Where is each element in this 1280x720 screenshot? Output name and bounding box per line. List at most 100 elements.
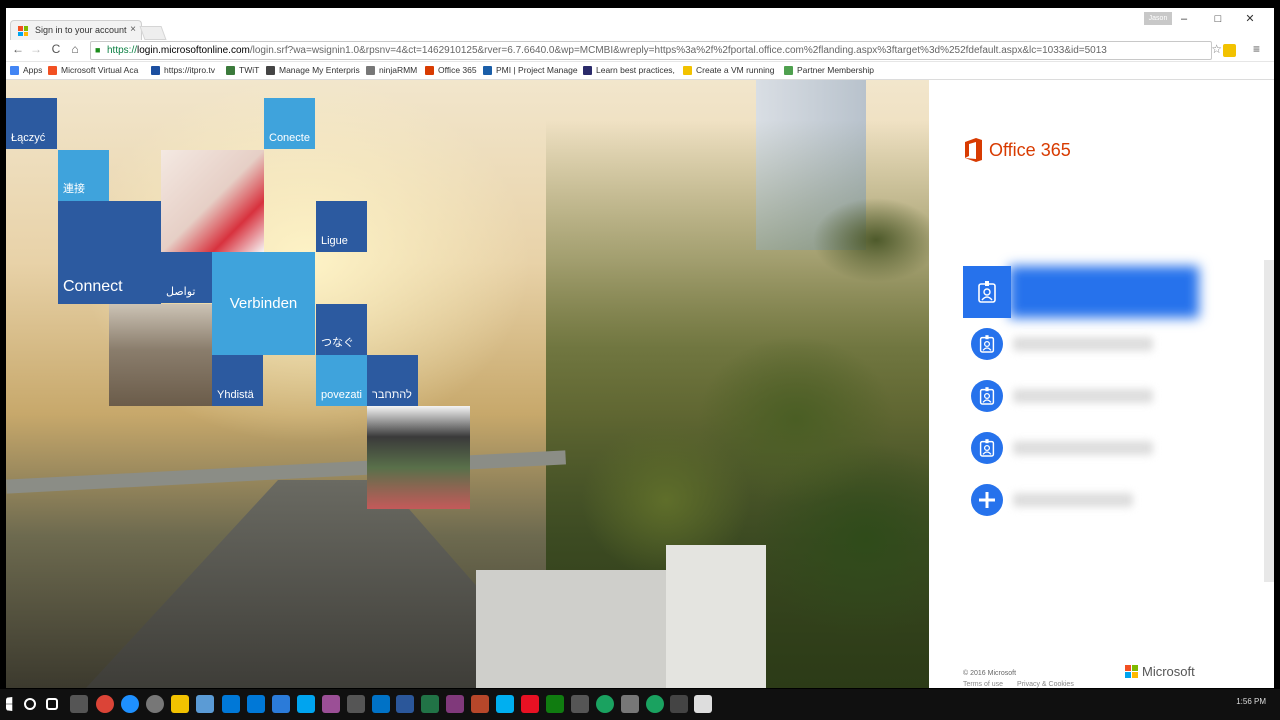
- office-icon: [425, 65, 434, 75]
- footer-links: Terms of use Privacy & Cookies: [963, 681, 1074, 688]
- microsoft-wordmark: Microsoft: [1142, 664, 1195, 679]
- account-badge-icon: [978, 281, 996, 303]
- address-bar[interactable]: ■ https://login.microsoftonline.com/logi…: [90, 41, 1212, 60]
- settings-icon[interactable]: [146, 695, 164, 713]
- terms-link[interactable]: Terms of use: [963, 681, 1003, 688]
- url-path: /login.srf?wa=wsignin1.0&rpsnv=4&ct=1462…: [249, 45, 1107, 56]
- home-icon[interactable]: ⌂: [67, 42, 83, 56]
- bookmark-pmi[interactable]: PMI | Project Manage: [483, 65, 578, 75]
- account-name-blurred[interactable]: [1013, 389, 1153, 403]
- bookmark-learn[interactable]: Learn best practices,: [583, 65, 675, 75]
- file-explorer-icon[interactable]: [171, 695, 189, 713]
- chrome-icon[interactable]: [96, 695, 114, 713]
- bookmark-office365[interactable]: Office 365: [425, 65, 477, 75]
- bookmark-mva[interactable]: Microsoft Virtual Aca: [48, 65, 138, 75]
- product-name: Office 365: [989, 139, 1071, 160]
- profile-chip[interactable]: Jason: [1144, 12, 1172, 25]
- app-icon-14[interactable]: [646, 695, 664, 713]
- chrome-window: Sign in to your account × Jason – □ ✕ ← …: [6, 8, 1274, 688]
- tab-close-icon[interactable]: ×: [130, 24, 136, 35]
- minimize-button[interactable]: –: [1170, 10, 1198, 28]
- app-icon-7[interactable]: [322, 695, 340, 713]
- app-icon-15[interactable]: [694, 695, 712, 713]
- tile-lianjie: 連接: [58, 150, 109, 201]
- lock-icon: ■: [95, 45, 101, 55]
- maximize-button[interactable]: □: [1204, 10, 1232, 28]
- bookmark-partner[interactable]: Partner Membership: [784, 65, 874, 75]
- bookmark-star-icon[interactable]: ☆: [1211, 42, 1222, 56]
- app-icon-4[interactable]: [247, 695, 265, 713]
- taskbar-clock[interactable]: 1:56 PM: [1236, 697, 1266, 706]
- search-icon[interactable]: [24, 698, 36, 710]
- onenote-icon[interactable]: [446, 695, 464, 713]
- microsoft-logo: Microsoft: [1125, 664, 1195, 679]
- add-account-button[interactable]: [971, 484, 1003, 516]
- app-icon-11[interactable]: [571, 695, 589, 713]
- bookmark-twit[interactable]: TWiT: [226, 65, 259, 75]
- account-tile-4[interactable]: [971, 432, 1003, 464]
- tile-laczyc: Łączyć: [6, 98, 57, 149]
- chrome-menu-icon[interactable]: ≡: [1253, 42, 1260, 56]
- account-badge-icon: [979, 439, 995, 457]
- partner-icon: [784, 65, 793, 75]
- task-view-icon[interactable]: [46, 698, 58, 710]
- powerpoint-icon[interactable]: [471, 695, 489, 713]
- bookmark-create-vm[interactable]: Create a VM running: [683, 65, 774, 75]
- app-icon-6[interactable]: [297, 695, 315, 713]
- app-icon-3[interactable]: [222, 695, 240, 713]
- tile-connect: Connect: [58, 201, 161, 304]
- desktop: Sign in to your account × Jason – □ ✕ ← …: [0, 0, 1280, 720]
- account-name-blurred[interactable]: [1009, 266, 1199, 318]
- plus-icon: [979, 492, 995, 508]
- extension-icon[interactable]: [1223, 44, 1236, 57]
- edge-icon[interactable]: [121, 695, 139, 713]
- bookmark-apps[interactable]: Apps: [10, 65, 42, 75]
- microsoft-logo-icon: [1125, 665, 1138, 678]
- tile-hebrew: להתחבר: [367, 355, 418, 406]
- page-content: Łączyć Conecte 連接 Ligue Connect تواصل Ve…: [6, 80, 1274, 688]
- windows-taskbar: 1:56 PM: [0, 689, 1280, 720]
- scrollbar[interactable]: [1264, 260, 1274, 582]
- app-icon-2[interactable]: [196, 695, 214, 713]
- app-icon-13[interactable]: [621, 695, 639, 713]
- excel-icon[interactable]: [421, 695, 439, 713]
- bookmark-ninjarmm[interactable]: ninjaRMM: [366, 65, 417, 75]
- account-name-blurred[interactable]: [1013, 337, 1153, 351]
- forward-icon[interactable]: →: [28, 42, 44, 56]
- app-icon-10[interactable]: [546, 695, 564, 713]
- add-account-label-blurred[interactable]: [1013, 493, 1133, 507]
- back-icon[interactable]: ←: [10, 42, 26, 56]
- title-bar: Sign in to your account × Jason – □ ✕: [6, 8, 1274, 40]
- copyright: © 2016 Microsoft: [963, 670, 1017, 677]
- account-tile-3[interactable]: [971, 380, 1003, 412]
- outlook-icon[interactable]: [372, 695, 390, 713]
- tab-sign-in[interactable]: Sign in to your account ×: [10, 20, 142, 40]
- office-logo-icon: [963, 138, 983, 162]
- wall-image: [476, 570, 676, 688]
- account-badge-icon: [979, 387, 995, 405]
- app-icon[interactable]: [70, 695, 88, 713]
- reload-icon[interactable]: C: [48, 42, 64, 56]
- bookmarks-bar: Apps Microsoft Virtual Aca https://itpro…: [6, 62, 1274, 80]
- word-icon[interactable]: [396, 695, 414, 713]
- sign-in-panel: Office 365 © 2016 Microsoft Terms of use…: [929, 80, 1274, 688]
- photo-woman-tablet: [161, 150, 264, 252]
- photo-people-laptop: [367, 406, 470, 509]
- skype-icon[interactable]: [496, 695, 514, 713]
- bookmark-enterprise[interactable]: Manage My Enterpris: [266, 65, 360, 75]
- account-tile-2[interactable]: [971, 328, 1003, 360]
- new-tab-button[interactable]: [139, 26, 167, 40]
- learn-icon: [583, 65, 592, 75]
- close-window-button[interactable]: ✕: [1236, 10, 1264, 28]
- account-name-blurred[interactable]: [1013, 441, 1153, 455]
- start-icon[interactable]: [6, 697, 13, 711]
- app-icon-12[interactable]: [596, 695, 614, 713]
- wifi-icon[interactable]: [670, 695, 688, 713]
- app-icon-9[interactable]: [521, 695, 539, 713]
- app-icon-8[interactable]: [347, 695, 365, 713]
- privacy-link[interactable]: Privacy & Cookies: [1017, 681, 1074, 688]
- bookmark-itprotv[interactable]: https://itpro.tv: [151, 65, 215, 75]
- app-icon-5[interactable]: [272, 695, 290, 713]
- tile-tsunagu: つなぐ: [316, 304, 367, 355]
- account-tile-selected[interactable]: [963, 266, 1011, 318]
